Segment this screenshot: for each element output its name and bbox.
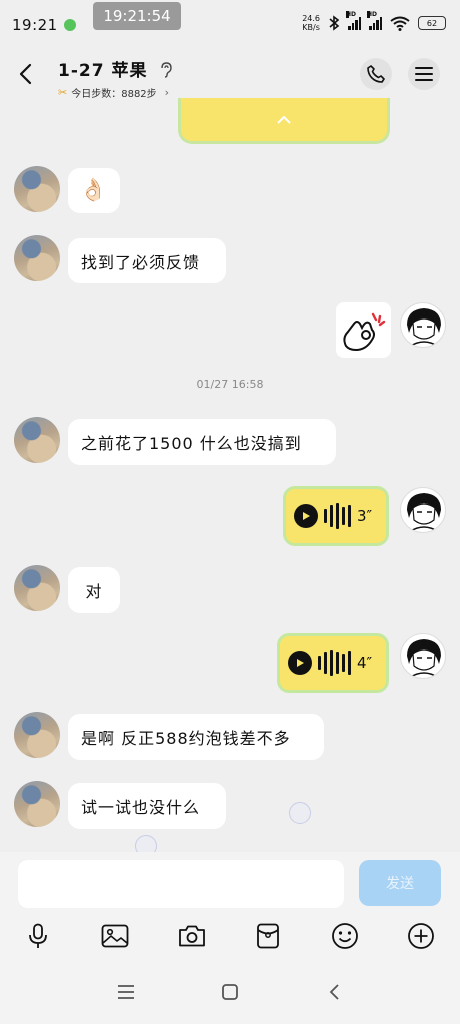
- menu-button[interactable]: [408, 58, 440, 90]
- camera-button[interactable]: [176, 920, 208, 952]
- message-bubble[interactable]: 之前花了1500 什么也没搞到: [68, 419, 336, 465]
- chevron-left-icon: [329, 984, 339, 1000]
- bluetooth-icon: [329, 15, 340, 31]
- voice-input-button[interactable]: [22, 920, 54, 952]
- contact-avatar[interactable]: [14, 235, 60, 281]
- red-packet-icon: [257, 923, 279, 949]
- status-time: 19:21: [12, 16, 58, 34]
- emoji-button[interactable]: [329, 920, 361, 952]
- contact-avatar[interactable]: [14, 166, 60, 212]
- ear-icon: [160, 62, 172, 78]
- home-button[interactable]: [218, 980, 242, 1004]
- contact-avatar[interactable]: [14, 712, 60, 758]
- call-button[interactable]: [360, 58, 392, 90]
- system-back-button[interactable]: [322, 980, 346, 1004]
- anime-portrait-icon: [407, 493, 441, 532]
- recent-apps-button[interactable]: [114, 980, 138, 1004]
- waveform-icon: [324, 503, 351, 529]
- chevron-up-icon: [277, 115, 291, 124]
- message-bubble[interactable]: 试一试也没什么: [68, 783, 226, 829]
- step-count-row[interactable]: ✂ 今日步数：8882步 ›: [58, 85, 173, 100]
- touch-indicator: [289, 802, 311, 824]
- wifi-icon: [390, 16, 410, 31]
- collapse-banner[interactable]: [178, 98, 390, 144]
- smiley-icon: [332, 923, 358, 949]
- running-icon: ✂: [58, 86, 68, 99]
- microphone-icon: [29, 923, 47, 948]
- step-count-text: 今日步数：8882步: [71, 89, 157, 100]
- contact-avatar[interactable]: [14, 417, 60, 463]
- message-input[interactable]: [18, 860, 344, 908]
- voice-duration: 3″: [357, 507, 373, 525]
- wechat-notification-icon: [63, 19, 76, 31]
- image-icon: [101, 924, 129, 948]
- contact-avatar[interactable]: [14, 565, 60, 611]
- voice-message[interactable]: 4″: [277, 633, 389, 693]
- menu-icon: [415, 67, 433, 81]
- message-bubble[interactable]: 对: [68, 567, 120, 613]
- screen-recorder-timer: 19:21:54: [93, 2, 181, 30]
- menu-lines-icon: [118, 985, 134, 999]
- my-avatar[interactable]: [400, 633, 446, 679]
- voice-duration: 4″: [357, 654, 373, 672]
- network-speed: 24.6 KB/s: [302, 14, 320, 32]
- ok-hand-icon: [343, 312, 386, 352]
- signal-icon-1: HD: [346, 11, 361, 30]
- gallery-button[interactable]: [99, 920, 131, 952]
- message-bubble[interactable]: 👌🏻: [68, 168, 120, 213]
- message-bubble[interactable]: 是啊 反正588约泡钱差不多: [68, 714, 324, 760]
- signal-icon-2: HD: [367, 11, 382, 30]
- play-icon: [294, 504, 318, 528]
- chat-header: 1-27 苹果 ✂ 今日步数：8882步 ›: [0, 50, 460, 102]
- square-icon: [222, 984, 238, 1000]
- my-avatar[interactable]: [400, 487, 446, 533]
- chat-title: 1-27 苹果: [58, 61, 148, 81]
- battery-icon: 62: [418, 16, 446, 30]
- input-toolbar: [0, 920, 460, 956]
- play-icon: [288, 651, 312, 675]
- chevron-right-icon: ›: [164, 86, 170, 99]
- message-timestamp: 01/27 16:58: [196, 378, 264, 391]
- more-button[interactable]: [405, 920, 437, 952]
- plus-circle-icon: [408, 923, 434, 949]
- message-bubble[interactable]: 找到了必须反馈: [68, 238, 226, 283]
- camera-icon: [179, 925, 205, 947]
- waveform-icon: [318, 650, 351, 676]
- send-button[interactable]: 发送: [359, 860, 441, 906]
- anime-portrait-icon: [407, 308, 441, 347]
- voice-message[interactable]: 3″: [283, 486, 389, 546]
- my-avatar[interactable]: [400, 302, 446, 348]
- phone-icon: [367, 65, 385, 83]
- back-arrow-icon[interactable]: [14, 62, 38, 86]
- contact-avatar[interactable]: [14, 781, 60, 827]
- red-packet-button[interactable]: [252, 920, 284, 952]
- status-icons: 24.6 KB/s HD HD 62: [302, 11, 446, 32]
- anime-portrait-icon: [407, 639, 441, 678]
- chat-title-area[interactable]: 1-27 苹果 ✂ 今日步数：8882步 ›: [58, 56, 173, 100]
- system-nav-bar: [0, 976, 460, 1012]
- ok-hand-sticker[interactable]: [336, 302, 391, 358]
